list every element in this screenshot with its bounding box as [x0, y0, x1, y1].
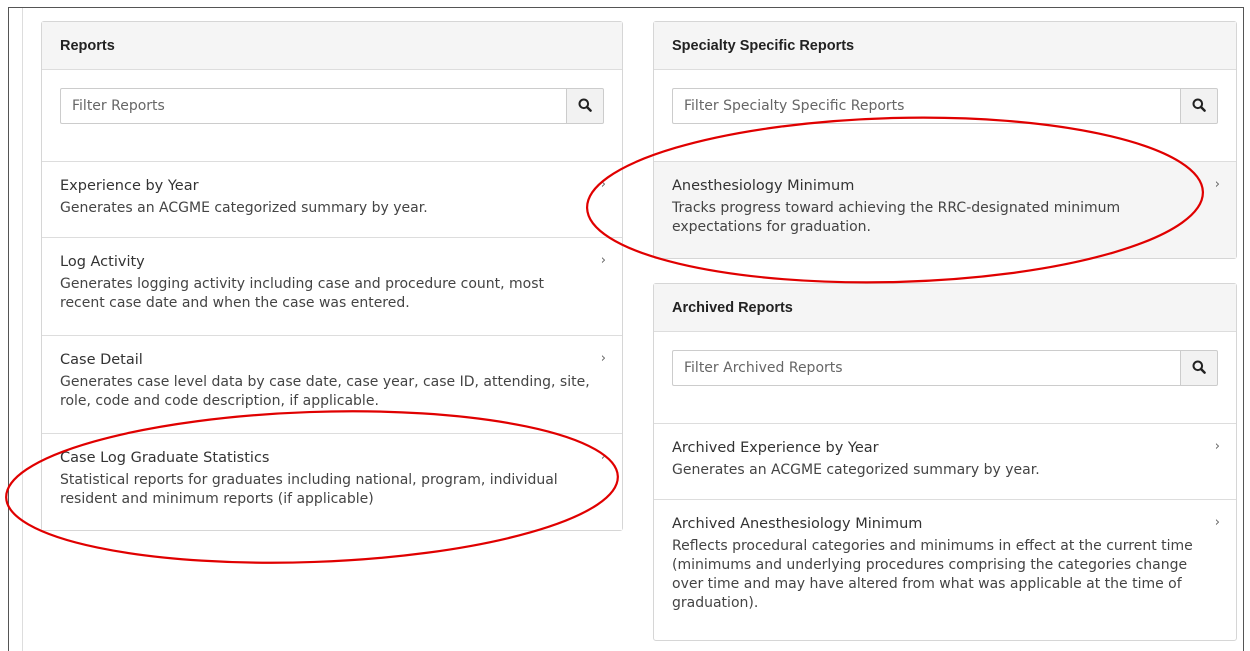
report-item-title: Anesthesiology Minimum — [672, 178, 855, 194]
reports-search-button[interactable] — [566, 88, 604, 124]
search-icon — [1192, 359, 1206, 378]
chevron-right-icon: › — [1214, 177, 1220, 192]
report-item-description: Generates an ACGME categorized summary b… — [60, 200, 428, 216]
archived-filter-input[interactable] — [672, 350, 1180, 386]
chevron-right-icon: › — [600, 177, 606, 192]
archived-search-button[interactable] — [1180, 350, 1218, 386]
chevron-right-icon: › — [600, 449, 606, 464]
report-item-description: Statistical reports for graduates includ… — [60, 472, 558, 507]
report-item-description: Generates an ACGME categorized summary b… — [672, 462, 1040, 478]
report-item-description: Reflects procedural categories and minim… — [672, 538, 1193, 611]
chevron-right-icon: › — [600, 253, 606, 268]
report-item-title: Archived Experience by Year — [672, 440, 879, 456]
report-item-title: Case Log Graduate Statistics — [60, 450, 270, 466]
reports-panel: Reports Experience by Year Generates an … — [41, 21, 623, 531]
report-item-title: Case Detail — [60, 352, 143, 368]
specialty-reports-panel: Specialty Specific Reports Anesthesiolog… — [653, 21, 1237, 259]
specialty-filter-input[interactable] — [672, 88, 1180, 124]
report-item-experience-by-year[interactable]: Experience by Year Generates an ACGME ca… — [42, 162, 622, 238]
chevron-right-icon: › — [600, 351, 606, 366]
reports-filter-group — [60, 88, 604, 124]
report-item-log-activity[interactable]: Log Activity Generates logging activity … — [42, 238, 622, 336]
chevron-right-icon: › — [1214, 439, 1220, 454]
search-icon — [1192, 97, 1206, 116]
specialty-reports-heading: Specialty Specific Reports — [654, 22, 1236, 70]
screenshot-border-top — [8, 7, 1244, 8]
archived-filter-area — [654, 332, 1236, 424]
archived-filter-group — [672, 350, 1218, 386]
reports-filter-area — [42, 70, 622, 162]
report-item-case-log-graduate-statistics[interactable]: Case Log Graduate Statistics Statistical… — [42, 434, 622, 530]
specialty-filter-group — [672, 88, 1218, 124]
report-item-archived-experience-by-year[interactable]: Archived Experience by Year Generates an… — [654, 424, 1236, 500]
archived-reports-panel: Archived Reports Archived Experience by … — [653, 283, 1237, 641]
archived-reports-heading: Archived Reports — [654, 284, 1236, 332]
specialty-filter-area — [654, 70, 1236, 162]
reports-heading: Reports — [42, 22, 622, 70]
reports-filter-input[interactable] — [60, 88, 566, 124]
search-icon — [578, 97, 592, 116]
report-item-archived-anesthesiology-minimum[interactable]: Archived Anesthesiology Minimum Reflects… — [654, 500, 1236, 638]
content-divider — [22, 8, 23, 651]
screenshot-border-left — [8, 7, 9, 651]
report-item-description: Generates case level data by case date, … — [60, 374, 590, 409]
chevron-right-icon: › — [1214, 515, 1220, 530]
specialty-search-button[interactable] — [1180, 88, 1218, 124]
report-item-title: Experience by Year — [60, 178, 199, 194]
report-item-anesthesiology-minimum[interactable]: Anesthesiology Minimum Tracks progress t… — [654, 162, 1236, 258]
report-item-title: Archived Anesthesiology Minimum — [672, 516, 923, 532]
report-item-case-detail[interactable]: Case Detail Generates case level data by… — [42, 336, 622, 434]
screenshot-border-right — [1243, 7, 1244, 651]
report-item-title: Log Activity — [60, 254, 145, 270]
report-item-description: Tracks progress toward achieving the RRC… — [672, 200, 1121, 235]
report-item-description: Generates logging activity including cas… — [60, 276, 545, 311]
